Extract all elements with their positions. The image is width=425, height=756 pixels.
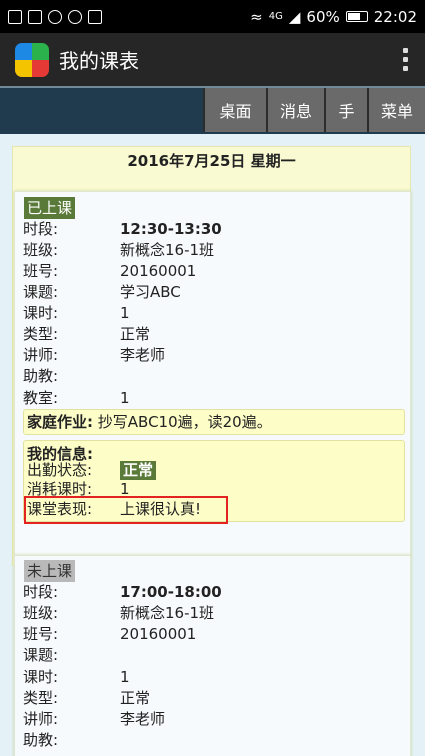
app-logo-notification-icon [88,9,102,24]
wifi-icon: ≈ [250,7,263,26]
battery-percent: 60% [306,7,340,26]
lesson-status-badge: 未上课 [24,560,76,582]
homework-value: 抄写ABC10遍，读20遍。 [97,413,272,431]
signal-icon: ◢ [288,7,301,26]
lesson-field-row: 课题: [23,646,59,664]
hand-button[interactable]: 手 [324,88,367,132]
lesson-field-row: 助教: [23,367,59,385]
date-header: 2016年7月25日 星期一 [127,152,296,170]
lesson-field-row: 助教: [23,731,59,749]
app-title: 我的课表 [59,49,139,73]
schedule-content[interactable]: 2016年7月25日 星期一 已上课 时段: 12:30-13:30 班级: 新概念… [0,134,425,756]
toolbar: 桌面 消息 手 菜单 [0,86,425,134]
lesson-field-row: 时段: 12:30-13:30 [23,220,222,238]
lesson-field-row: 类型: 正常 [23,689,151,707]
battery-icon [345,11,368,22]
homework-box: 家庭作业: 抄写ABC10遍，读20遍。 [23,409,405,435]
overflow-menu-icon[interactable] [400,48,410,71]
lesson-field-row: 讲师: 李老师 [23,710,166,728]
lesson-field-row: 班号: 20160001 [23,262,197,280]
search-notification-icon [68,9,82,24]
performance-highlight-box [24,496,228,524]
clock: 22:02 [373,7,417,26]
lesson-field-row: 班级: 新概念16-1班 [23,604,215,622]
app-bar: 我的课表 [0,33,425,86]
status-bar: ≈ 4G ◢ 60% 22:02 [0,0,425,33]
app-logo-icon [15,42,49,77]
lesson-field-row: 班级: 新概念16-1班 [23,241,215,259]
lesson-field-row: 课时: 1 [23,668,130,686]
lesson-field-row: 讲师: 李老师 [23,346,166,364]
lesson-field-row: 时段: 17:00-18:00 [23,583,222,601]
lesson-status-badge: 已上课 [24,197,76,219]
homework-label: 家庭作业: [27,413,93,431]
lesson-field-row: 班号: 20160001 [23,625,197,643]
lesson-card[interactable]: 已上课 时段: 12:30-13:30 班级: 新概念16-1班 班号: 201600… [14,191,411,556]
image-icon [8,9,22,24]
lesson-field-row: 课题: 学习ABC [23,283,181,301]
download-icon [28,9,42,24]
app-notification-icon [48,9,62,24]
network-type: 4G [268,10,283,22]
my-info-box: 我的信息: 出勤状态: 正常 消耗课时: 1 课堂表现: 上课很认真! [23,440,405,524]
lesson-field-row: 类型: 正常 [23,325,151,343]
attendance-status-badge: 正常 [120,461,157,480]
desktop-button[interactable]: 桌面 [203,88,266,132]
lesson-card[interactable]: 未上课 时段: 17:00-18:00 班级: 新概念16-1班 班号: 201600… [14,555,411,756]
attendance-row: 出勤状态: 正常 [27,461,157,480]
messages-button[interactable]: 消息 [266,88,324,132]
lesson-field-row: 课时: 1 [23,304,130,322]
lesson-field-row: 教室: 1 [23,389,130,407]
menu-button[interactable]: 菜单 [367,88,425,132]
